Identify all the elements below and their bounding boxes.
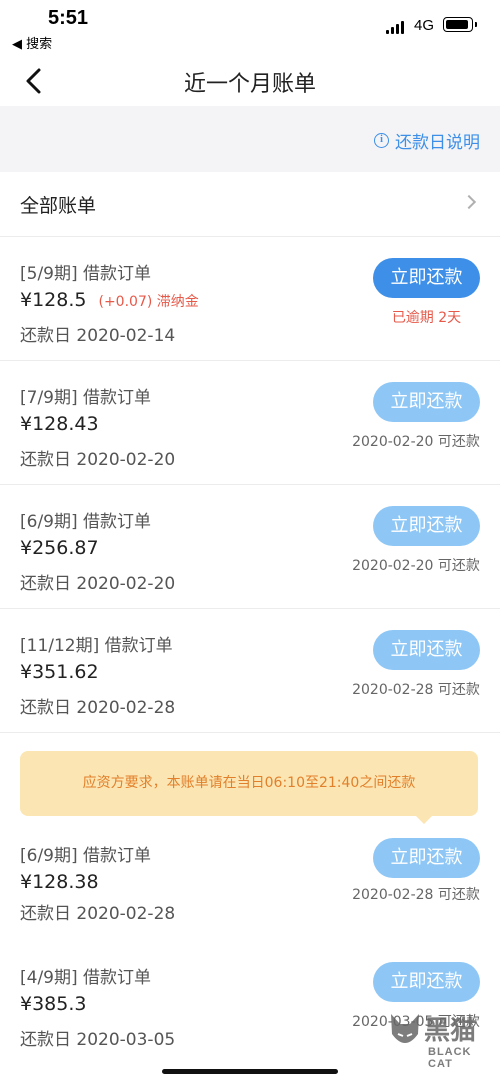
bill-amount-row: ¥385.3 <box>20 993 86 1015</box>
bill-amount-row: ¥256.87 <box>20 537 99 559</box>
payment-time-notice: 应资方要求，本账单请在当日06:10至21:40之间还款 <box>20 751 478 824</box>
back-to-app-link[interactable]: ◀ 搜索 <box>12 33 52 52</box>
repayment-day-explain-link[interactable]: i 还款日说明 <box>374 128 480 153</box>
bill-amount-row: ¥128.43 <box>20 413 99 435</box>
bill-due-date: 还款日 2020-02-20 <box>20 574 176 594</box>
pay-now-button[interactable]: 立即还款 <box>373 258 480 298</box>
info-circle-icon: i <box>374 133 389 148</box>
bill-amount: ¥128.43 <box>20 413 99 435</box>
bill-amount: ¥385.3 <box>20 993 87 1015</box>
bill-amount: ¥351.62 <box>20 661 99 683</box>
home-indicator[interactable] <box>162 1069 338 1074</box>
explain-link-label: 还款日说明 <box>395 133 480 153</box>
bill-period: [5/9期] 借款订单 <box>20 264 152 284</box>
bill-item: [11/12期] 借款订单 ¥351.62 还款日 2020-02-28 立即还… <box>0 609 500 733</box>
bill-period: [7/9期] 借款订单 <box>20 388 152 408</box>
nav-bar: 近一个月账单 <box>0 56 500 106</box>
explain-row: i 还款日说明 <box>0 106 500 172</box>
bill-item: [6/9期] 借款订单 ¥256.87 还款日 2020-02-20 立即还款 … <box>0 485 500 609</box>
late-fee: (+0.07) 滞纳金 <box>98 294 199 310</box>
bill-due-date: 还款日 2020-02-14 <box>20 326 176 346</box>
pay-now-button[interactable]: 立即还款 <box>373 382 480 422</box>
overdue-status: 已逾期 2天 <box>391 310 462 326</box>
bill-period: [6/9期] 借款订单 <box>20 846 152 866</box>
bill-item: [7/9期] 借款订单 ¥128.43 还款日 2020-02-20 立即还款 … <box>0 361 500 485</box>
all-bills-label: 全部账单 <box>20 195 97 217</box>
bill-due-date: 还款日 2020-02-20 <box>20 450 176 470</box>
bill-amount: ¥256.87 <box>20 537 99 559</box>
watermark-logo: 黑猫 BLACK CAT <box>384 1010 496 1078</box>
payable-date-status: 2020-02-20 可还款 <box>352 434 480 450</box>
chevron-right-icon <box>461 194 477 210</box>
status-bar: 5:51 ◀ 搜索 4G <box>0 0 500 56</box>
pay-now-button[interactable]: 立即还款 <box>373 506 480 546</box>
bill-amount-row: ¥128.5 (+0.07) 滞纳金 <box>20 289 199 311</box>
bill-item: [5/9期] 借款订单 ¥128.5 (+0.07) 滞纳金 还款日 2020-… <box>0 237 500 361</box>
bill-item: [6/9期] 借款订单 ¥128.38 还款日 2020-02-28 立即还款 … <box>0 833 500 957</box>
bill-period: [11/12期] 借款订单 <box>20 636 173 656</box>
watermark-text: 黑猫 <box>424 1016 477 1046</box>
bill-amount-row: ¥351.62 <box>20 661 99 683</box>
bill-due-date: 还款日 2020-02-28 <box>20 904 176 924</box>
status-time: 5:51 <box>48 7 89 29</box>
notice-tail <box>416 816 432 824</box>
bill-amount-row: ¥128.38 <box>20 871 99 893</box>
bill-amount: ¥128.38 <box>20 871 99 893</box>
all-bills-row[interactable]: 全部账单 <box>0 172 500 237</box>
pay-now-button[interactable]: 立即还款 <box>373 962 480 1002</box>
signal-icon <box>386 20 406 34</box>
payable-date-status: 2020-02-28 可还款 <box>352 887 480 903</box>
pay-now-button[interactable]: 立即还款 <box>373 630 480 670</box>
notice-text: 应资方要求，本账单请在当日06:10至21:40之间还款 <box>82 775 416 791</box>
page-title: 近一个月账单 <box>183 72 316 97</box>
network-type: 4G <box>414 17 435 34</box>
pay-now-button[interactable]: 立即还款 <box>373 838 480 878</box>
payable-date-status: 2020-02-28 可还款 <box>352 682 480 698</box>
bill-period: [6/9期] 借款订单 <box>20 512 152 532</box>
payable-date-status: 2020-02-20 可还款 <box>352 558 480 574</box>
cat-head-icon <box>391 1014 419 1043</box>
bill-amount: ¥128.5 <box>20 289 87 311</box>
battery-icon <box>443 17 477 32</box>
bill-period: [4/9期] 借款订单 <box>20 968 152 988</box>
bill-due-date: 还款日 2020-02-28 <box>20 698 176 718</box>
bill-due-date: 还款日 2020-03-05 <box>20 1030 176 1050</box>
watermark-subtext: BLACK CAT <box>428 1046 472 1070</box>
